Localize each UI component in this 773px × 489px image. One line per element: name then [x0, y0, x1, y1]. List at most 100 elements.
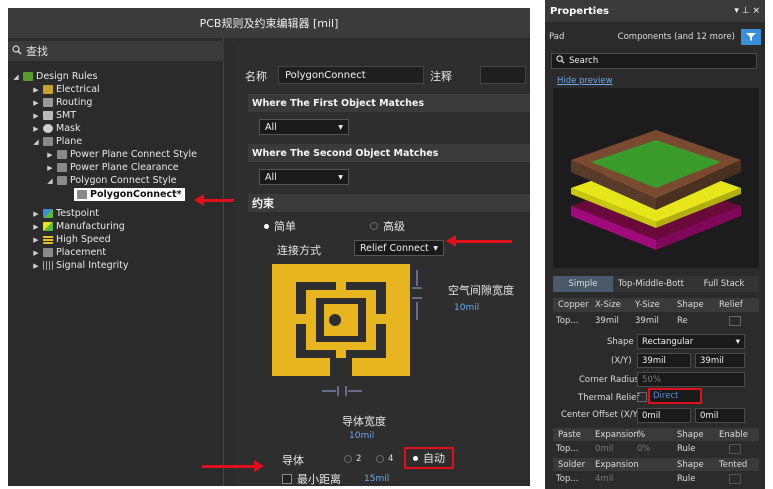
- shape-dropdown[interactable]: Rectangular ▾: [637, 334, 745, 349]
- collapse-icon[interactable]: ◢: [46, 177, 54, 185]
- expand-icon[interactable]: ▶: [32, 262, 40, 270]
- conductor-option-auto[interactable]: 自动: [404, 447, 454, 469]
- tree-item-smt[interactable]: ▶ SMT: [32, 109, 76, 122]
- collapse-icon[interactable]: ◢: [12, 73, 20, 81]
- row-shape[interactable]: Rule: [677, 444, 719, 454]
- x-size-input[interactable]: 39mil: [637, 353, 691, 368]
- rule-icon: [57, 150, 67, 159]
- rule-name-input[interactable]: PolygonConnect: [278, 66, 424, 84]
- first-match-dropdown[interactable]: All ▾: [259, 119, 349, 135]
- mode-simple-radio[interactable]: 简单: [264, 218, 296, 234]
- tab-full-stack[interactable]: Full Stack: [689, 276, 759, 292]
- comment-input[interactable]: [480, 66, 526, 84]
- tree-item-label: Placement: [56, 247, 107, 258]
- annotation-arrow-connect-style: [446, 235, 512, 247]
- collapse-icon[interactable]: ◢: [32, 138, 40, 146]
- min-distance-value[interactable]: 15mil: [364, 474, 389, 484]
- mask-icon: [43, 124, 53, 133]
- hide-preview-link[interactable]: Hide preview: [557, 76, 613, 86]
- paste-table-header: Paste Expansion % Shape Enable: [553, 428, 759, 441]
- row-shape[interactable]: Rule: [677, 474, 719, 484]
- properties-search-input[interactable]: Search: [551, 53, 757, 69]
- tree-item-polygonconnect-selected[interactable]: PolygonConnect*: [74, 188, 185, 201]
- row-x-size: 39mil: [595, 316, 619, 326]
- enable-checkbox[interactable]: [729, 444, 741, 454]
- corner-radius-input[interactable]: 50%: [637, 372, 745, 387]
- tented-checkbox[interactable]: [729, 474, 741, 484]
- expand-icon[interactable]: ▶: [32, 236, 40, 244]
- expand-icon[interactable]: ▶: [46, 151, 54, 159]
- row-expansion: 0mil: [595, 444, 614, 454]
- second-match-dropdown[interactable]: All ▾: [259, 169, 349, 185]
- tree-item-high-speed[interactable]: ▶ High Speed: [32, 233, 110, 246]
- shape-label: Shape: [607, 337, 634, 347]
- table-row[interactable]: Top... 4mil Rule: [553, 472, 759, 486]
- thermal-relief-value[interactable]: Direct: [648, 388, 702, 404]
- col-enable: Enable: [719, 429, 748, 440]
- conductor-width-value[interactable]: 10mil: [349, 431, 374, 441]
- pin-close-icons[interactable]: ▾ ⊥ ×: [734, 6, 760, 16]
- conductor-width-label: 导体宽度: [342, 415, 386, 428]
- radio-selected-icon: [413, 455, 418, 461]
- expand-icon[interactable]: ▶: [32, 223, 40, 231]
- first-match-value: All: [265, 121, 277, 133]
- col-shape: Shape: [677, 300, 704, 310]
- tree-item-power-plane-connect-style[interactable]: ▶ Power Plane Connect Style: [46, 148, 197, 161]
- tab-simple[interactable]: Simple: [553, 276, 613, 292]
- tree-item-routing[interactable]: ▶ Routing: [32, 96, 92, 109]
- offset-x-input[interactable]: 0mil: [637, 408, 691, 423]
- tree-item-mask[interactable]: ▶ Mask: [32, 122, 80, 135]
- rules-editor-window: PCB规则及约束编辑器 [mil] 查找 ◢ Design Rules ▶ El…: [8, 8, 530, 486]
- object-type-label: Pad: [549, 32, 565, 42]
- conductor-option-2[interactable]: 2: [344, 454, 361, 464]
- expand-icon[interactable]: ▶: [32, 112, 40, 120]
- filter-summary[interactable]: Components (and 12 more): [618, 32, 735, 42]
- radio-icon: [376, 455, 384, 463]
- expand-icon[interactable]: ▶: [46, 164, 54, 172]
- row-shape: Re: [677, 316, 688, 326]
- rules-folder-icon: [23, 72, 33, 81]
- tree-item-placement[interactable]: ▶ Placement: [32, 246, 106, 259]
- table-row[interactable]: Top... 39mil 39mil Re: [553, 314, 759, 328]
- offset-y-input[interactable]: 0mil: [695, 408, 745, 423]
- search-box[interactable]: 查找: [8, 41, 224, 61]
- expand-icon[interactable]: ▶: [32, 210, 40, 218]
- tab-top-middle-bottom[interactable]: Top-Middle-Bott: [613, 276, 689, 292]
- tree-item-polygon-connect-style[interactable]: ◢ Polygon Connect Style: [46, 174, 177, 187]
- tree-item-signal-integrity[interactable]: ▶ Signal Integrity: [32, 259, 128, 272]
- air-gap-value[interactable]: 10mil: [454, 303, 479, 313]
- filter-icon[interactable]: [741, 29, 761, 45]
- mode-advanced-radio[interactable]: 高级: [370, 218, 405, 234]
- tree-item-label: Polygon Connect Style: [70, 175, 177, 186]
- col-paste: Paste: [558, 429, 581, 440]
- conductor-option-2-label: 2: [356, 454, 362, 464]
- tree-item-manufacturing[interactable]: ▶ Manufacturing: [32, 220, 125, 233]
- chevron-down-icon: ▾: [735, 336, 740, 347]
- radio-selected-icon: [264, 223, 269, 229]
- min-distance-checkbox[interactable]: 最小距离: [282, 471, 341, 487]
- center-offset-label: Center Offset (X/Y): [561, 410, 642, 420]
- expand-icon[interactable]: ▶: [32, 125, 40, 133]
- connect-style-dropdown[interactable]: Relief Connect ▾: [354, 240, 444, 256]
- expand-icon[interactable]: ▶: [32, 86, 40, 94]
- expand-icon[interactable]: ▶: [32, 249, 40, 257]
- table-row[interactable]: Top... 0mil 0% Rule: [553, 442, 759, 456]
- conductor-option-auto-label: 自动: [423, 452, 445, 465]
- checkbox-icon: [282, 474, 292, 484]
- tree-item-electrical[interactable]: ▶ Electrical: [32, 83, 99, 96]
- tree-item-power-plane-clearance[interactable]: ▶ Power Plane Clearance: [46, 161, 178, 174]
- rule-editor-pane: 名称 PolygonConnect 注释 Where The First Obj…: [234, 46, 530, 487]
- col-y-size: Y-Size: [635, 300, 660, 310]
- air-gap-indicator: [412, 270, 422, 320]
- col-relief: Relief: [719, 300, 743, 310]
- conductor-option-4[interactable]: 4: [376, 454, 393, 464]
- tree-item-design-rules[interactable]: ◢ Design Rules: [12, 70, 97, 83]
- tree-item-plane[interactable]: ◢ Plane: [32, 135, 82, 148]
- thermal-relief-checkbox[interactable]: [637, 392, 647, 402]
- relief-checkbox[interactable]: [729, 316, 741, 326]
- expand-icon[interactable]: ▶: [32, 99, 40, 107]
- y-size-input[interactable]: 39mil: [695, 353, 745, 368]
- col-copper: Copper: [558, 300, 589, 310]
- rule-icon: [57, 163, 67, 172]
- tree-item-testpoint[interactable]: ▶ Testpoint: [32, 207, 99, 220]
